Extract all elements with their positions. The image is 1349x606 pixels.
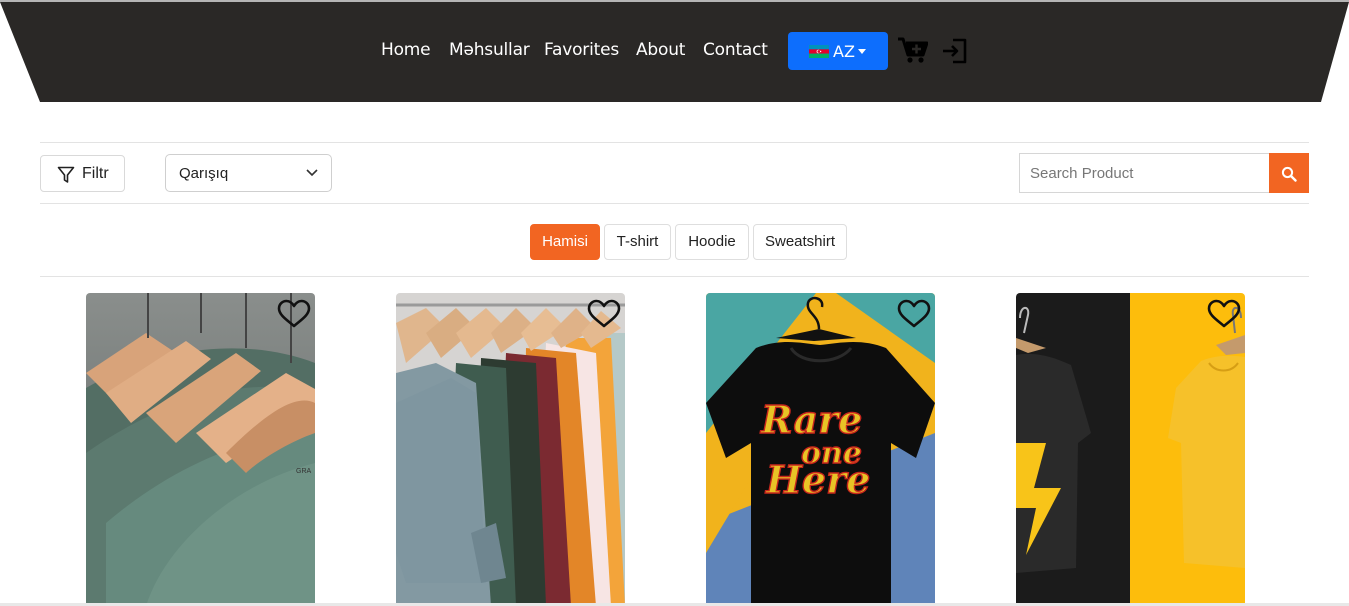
- tab-sweatshirt[interactable]: Sweatshirt: [753, 224, 847, 260]
- product-card[interactable]: [1016, 293, 1245, 606]
- language-code: AZ: [833, 42, 855, 61]
- nav-products[interactable]: Məhsullar: [449, 40, 530, 60]
- product-card[interactable]: Rare one Here: [706, 293, 935, 606]
- azerbaijan-flag-icon: [809, 45, 829, 58]
- heart-icon: [277, 299, 311, 328]
- divider-top: [40, 142, 1309, 143]
- main-nav: Home Məhsullar Favorites About Contact A…: [0, 32, 1349, 70]
- page: Home Məhsullar Favorites About Contact A…: [0, 0, 1349, 606]
- favorite-button[interactable]: [277, 299, 311, 334]
- tab-all[interactable]: Hamisi: [530, 224, 600, 260]
- divider-middle: [40, 203, 1309, 204]
- login-icon: [943, 38, 967, 64]
- sort-select[interactable]: Qarışıq: [165, 154, 332, 192]
- divider-bottom: [40, 276, 1309, 277]
- product-card[interactable]: GRA: [86, 293, 315, 606]
- search-icon: [1281, 166, 1297, 182]
- nav-favorites[interactable]: Favorites: [544, 40, 619, 60]
- filter-button[interactable]: Filtr: [40, 155, 125, 192]
- login-button[interactable]: [942, 38, 968, 69]
- favorite-button[interactable]: [897, 299, 931, 334]
- product-image-black-yellow-tshirts: [1016, 293, 1245, 606]
- chevron-down-icon: [306, 169, 318, 177]
- tab-hoodie[interactable]: Hoodie: [675, 224, 749, 260]
- search-button[interactable]: [1269, 153, 1309, 193]
- sort-value: Qarışıq: [179, 165, 229, 182]
- nav-contact[interactable]: Contact: [703, 40, 768, 60]
- favorite-button[interactable]: [1207, 299, 1241, 334]
- cart-button[interactable]: [898, 37, 929, 68]
- cart-plus-icon: [898, 37, 929, 63]
- svg-text:GRA: GRA: [296, 468, 312, 475]
- product-card[interactable]: [396, 293, 625, 606]
- filter-icon: [57, 166, 75, 183]
- search-input[interactable]: [1019, 153, 1269, 193]
- nav-home[interactable]: Home: [381, 40, 431, 60]
- favorite-button[interactable]: [587, 299, 621, 334]
- chevron-down-icon: [858, 49, 866, 54]
- site-header: Home Məhsullar Favorites About Contact A…: [0, 0, 1349, 102]
- product-image-rare-one-here-tshirt: Rare one Here: [706, 293, 935, 606]
- print-text-here: Here: [765, 457, 870, 502]
- heart-icon: [587, 299, 621, 328]
- product-image-colorful-tshirts: [396, 293, 625, 606]
- heart-icon: [1207, 299, 1241, 328]
- nav-about[interactable]: About: [636, 40, 685, 60]
- heart-icon: [897, 299, 931, 328]
- filter-label: Filtr: [82, 165, 109, 182]
- language-dropdown[interactable]: AZ: [788, 32, 888, 70]
- tab-tshirt[interactable]: T-shirt: [604, 224, 671, 260]
- product-image-green-tshirts: GRA: [86, 293, 315, 606]
